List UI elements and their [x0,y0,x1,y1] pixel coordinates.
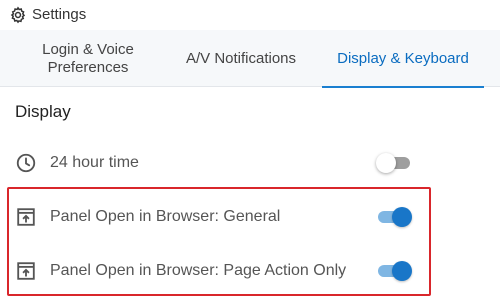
toggle-24-hour-time[interactable] [376,152,412,174]
setting-label: Panel Open in Browser: Page Action Only [50,262,347,279]
gear-icon [10,6,26,24]
toggle-thumb [392,261,412,281]
setting-label: Panel Open in Browser: General [50,208,281,225]
section-title: Display [15,102,71,121]
title-bar: Settings [0,0,500,30]
setting-row-panel-open-page-action: Panel Open in Browser: Page Action Only [0,252,500,288]
open-in-browser-icon [17,208,35,226]
toggle-panel-open-page-action[interactable] [376,260,412,282]
toggle-thumb [376,153,396,173]
tab-login-voice-preferences[interactable]: Login & Voice Preferences [16,30,160,87]
setting-row-24-hour-time: 24 hour time [0,144,500,180]
window-title: Settings [32,6,87,23]
tab-av-notifications[interactable]: A/V Notifications [168,30,314,87]
setting-label: 24 hour time [50,154,139,171]
open-in-browser-icon [17,262,35,280]
clock-icon [16,153,36,173]
toggle-panel-open-general[interactable] [376,206,412,228]
toggle-thumb [392,207,412,227]
tab-bar: Login & Voice Preferences A/V Notificati… [0,30,500,88]
setting-row-panel-open-general: Panel Open in Browser: General [0,198,500,234]
tab-display-keyboard[interactable]: Display & Keyboard [322,30,484,88]
